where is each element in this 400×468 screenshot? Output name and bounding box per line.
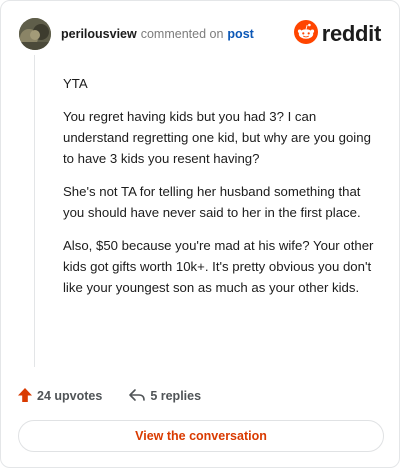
upvote-button[interactable]: 24 upvotes: [17, 387, 102, 406]
action-text: commented on: [140, 27, 224, 41]
comment-body: YTA You regret having kids but you had 3…: [63, 73, 381, 310]
avatar[interactable]: [19, 18, 51, 50]
post-link[interactable]: post: [227, 27, 253, 41]
reddit-snoo-icon: [293, 19, 318, 49]
comment-footer: 24 upvotes 5 replies: [17, 385, 227, 407]
reddit-logo[interactable]: reddit: [293, 19, 382, 49]
reddit-wordmark: reddit: [321, 21, 382, 46]
comment-header: perilousview commented on post reddit: [19, 16, 381, 52]
thread-line: [34, 55, 35, 367]
view-conversation-button[interactable]: View the conversation: [18, 420, 384, 452]
upvote-arrow-icon: [17, 387, 33, 406]
comment-meta: perilousview commented on post: [61, 27, 254, 41]
reply-arrow-icon: [128, 387, 146, 406]
upvote-count: 24 upvotes: [37, 389, 103, 403]
comment-paragraph: You regret having kids but you had 3? I …: [63, 109, 371, 166]
comment-card: perilousview commented on post reddit YT…: [0, 0, 400, 468]
reply-button[interactable]: 5 replies: [128, 387, 201, 406]
comment-paragraph: YTA: [63, 76, 88, 91]
reply-count: 5 replies: [150, 389, 202, 403]
comment-paragraph: She's not TA for telling her husband som…: [63, 184, 361, 220]
comment-paragraph: Also, $50 because you're mad at his wife…: [63, 238, 374, 295]
username[interactable]: perilousview: [61, 27, 137, 41]
